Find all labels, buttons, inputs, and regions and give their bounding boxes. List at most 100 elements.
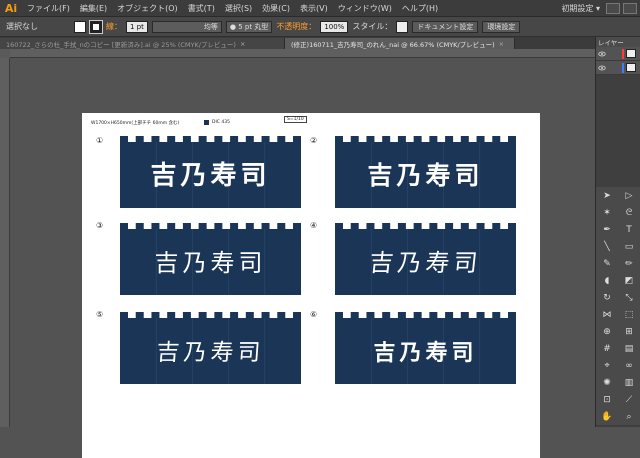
selection-tool-icon[interactable]: ➤	[596, 187, 618, 204]
artboard[interactable]: W1700×H650mm(上部チチ 60mm 含む) DIC 435 S=1/1…	[82, 113, 540, 458]
free-transform-tool-icon[interactable]: ⬚	[618, 306, 640, 323]
brush-dropdown[interactable]: ● 5 pt 丸型	[225, 20, 273, 33]
noren-6[interactable]: 吉乃寿司	[335, 312, 516, 384]
hand-tool-icon[interactable]: ✋	[596, 408, 618, 425]
scale-tool-icon[interactable]: ⤡	[618, 289, 640, 306]
canvas[interactable]: W1700×H650mm(上部チチ 60mm 含む) DIC 435 S=1/1…	[10, 58, 595, 458]
blend-tool-icon[interactable]: ∞	[618, 357, 640, 374]
close-icon[interactable]: ×	[240, 40, 245, 48]
eye-icon[interactable]	[598, 64, 606, 72]
type-tool-icon[interactable]: T	[618, 221, 640, 238]
layer-row[interactable]	[596, 47, 640, 61]
fill-swatch[interactable]	[74, 20, 86, 33]
direct-selection-tool-icon[interactable]: ▷	[618, 187, 640, 204]
width-tool-icon[interactable]: ⋈	[596, 306, 618, 323]
eraser-tool-icon[interactable]: ◩	[618, 272, 640, 289]
tab-label: 160722_さらの杜_手拭_nのコピー [更新済み].ai @ 25% (CM…	[6, 40, 236, 49]
noren-loop	[230, 312, 239, 318]
stroke-weight-field[interactable]: 1 pt	[126, 20, 148, 33]
noren-loop	[492, 136, 501, 142]
rotate-tool-icon[interactable]: ↻	[596, 289, 618, 306]
eyedropper-tool-icon[interactable]: ⌖	[596, 357, 618, 374]
column-graph-tool-icon[interactable]: ▥	[618, 374, 640, 391]
workspace-switcher[interactable]: 初期設定 ▾	[561, 3, 606, 14]
noren-graphic: 吉乃寿司	[120, 312, 301, 384]
close-icon[interactable]: ×	[499, 40, 504, 48]
noren-loop	[245, 223, 254, 229]
menu-window[interactable]: ウィンドウ(W)	[333, 3, 397, 14]
noren-loop	[492, 312, 501, 318]
rectangle-tool-icon[interactable]: ▭	[618, 238, 640, 255]
noren-loop	[397, 136, 406, 142]
menu-edit[interactable]: 編集(E)	[75, 3, 112, 14]
perspective-grid-tool-icon[interactable]: ⊞	[618, 323, 640, 340]
noren-2[interactable]: 吉乃寿司	[335, 136, 516, 208]
paintbrush-tool-icon[interactable]: ✎	[596, 255, 618, 272]
opacity-field[interactable]: 100%	[320, 20, 349, 33]
noren-loop	[382, 312, 391, 318]
color-chip	[204, 120, 209, 125]
noren-loop	[476, 136, 485, 142]
noren-loop	[366, 223, 375, 229]
menu-help[interactable]: ヘルプ(H)	[397, 3, 443, 14]
noren-loop	[167, 312, 176, 318]
noren-3[interactable]: 吉乃寿司	[120, 223, 301, 295]
stroke-swatch[interactable]	[89, 19, 103, 34]
noren-loop	[366, 136, 375, 142]
style-label: スタイル：	[352, 22, 393, 31]
noren-loop	[413, 223, 422, 229]
noren-loop	[508, 136, 516, 142]
zoom-tool-icon[interactable]: ⌕	[618, 408, 640, 425]
menu-file[interactable]: ファイル(F)	[22, 3, 75, 14]
shape-builder-tool-icon[interactable]: ⊕	[596, 323, 618, 340]
layers-panel-title[interactable]: レイヤー	[596, 37, 640, 47]
selection-status: 選択なし	[6, 22, 38, 31]
noren-loop	[261, 312, 270, 318]
noren-loop	[151, 312, 160, 318]
noren-loop	[413, 312, 422, 318]
menu-type[interactable]: 書式(T)	[183, 3, 220, 14]
slice-tool-icon[interactable]: ⟋	[618, 391, 640, 408]
noren-4[interactable]: 吉乃寿司	[335, 223, 516, 295]
style-swatch[interactable]	[396, 20, 409, 33]
stroke-profile-dropdown[interactable]: 均等	[151, 20, 222, 33]
noren-loop	[460, 223, 469, 229]
noren-text: 吉乃寿司	[150, 161, 270, 191]
lasso-tool-icon[interactable]: ᘓ	[618, 204, 640, 221]
stroke-label[interactable]: 線：	[106, 21, 122, 32]
noren-loop	[350, 312, 359, 318]
preferences-button[interactable]: 環境設定	[482, 20, 521, 33]
noren-loop	[350, 223, 359, 229]
mesh-tool-icon[interactable]: #	[596, 340, 618, 357]
noren-1[interactable]: 吉乃寿司	[120, 136, 301, 208]
artboard-tool-icon[interactable]: ⊡	[596, 391, 618, 408]
pencil-tool-icon[interactable]: ✏	[618, 255, 640, 272]
pen-tool-icon[interactable]: ✒	[596, 221, 618, 238]
noren-loop	[230, 136, 239, 142]
eye-icon[interactable]	[598, 50, 606, 58]
maximize-button[interactable]	[623, 2, 637, 14]
noren-text: 吉乃寿司	[373, 340, 477, 366]
gradient-tool-icon[interactable]: ▤	[618, 340, 640, 357]
menu-view[interactable]: 表示(V)	[295, 3, 333, 14]
noren-loop	[167, 223, 176, 229]
magic-wand-tool-icon[interactable]: ✶	[596, 204, 618, 221]
noren-5[interactable]: 吉乃寿司	[120, 312, 301, 384]
noren-loop	[120, 312, 128, 318]
layer-row[interactable]	[596, 61, 640, 75]
tab-document-2[interactable]: (修正)160711_吉乃寿司_のれん_nai @ 66.67% (CMYK/プ…	[285, 38, 515, 49]
noren-loop	[460, 136, 469, 142]
menu-object[interactable]: オブジェクト(O)	[112, 3, 183, 14]
line-tool-icon[interactable]: ╲	[596, 238, 618, 255]
tab-document-1[interactable]: 160722_さらの杜_手拭_nのコピー [更新済み].ai @ 25% (CM…	[0, 38, 285, 49]
noren-loop	[293, 136, 301, 142]
symbol-sprayer-tool-icon[interactable]: ✺	[596, 374, 618, 391]
noren-loop	[151, 223, 160, 229]
noren-loop	[508, 312, 516, 318]
blob-brush-tool-icon[interactable]: ◖	[596, 272, 618, 289]
document-setup-button[interactable]: ドキュメント設定	[412, 20, 479, 33]
minimize-button[interactable]	[606, 2, 620, 14]
opacity-label[interactable]: 不透明度：	[276, 21, 316, 32]
menu-select[interactable]: 選択(S)	[220, 3, 257, 14]
menu-effect[interactable]: 効果(C)	[257, 3, 295, 14]
